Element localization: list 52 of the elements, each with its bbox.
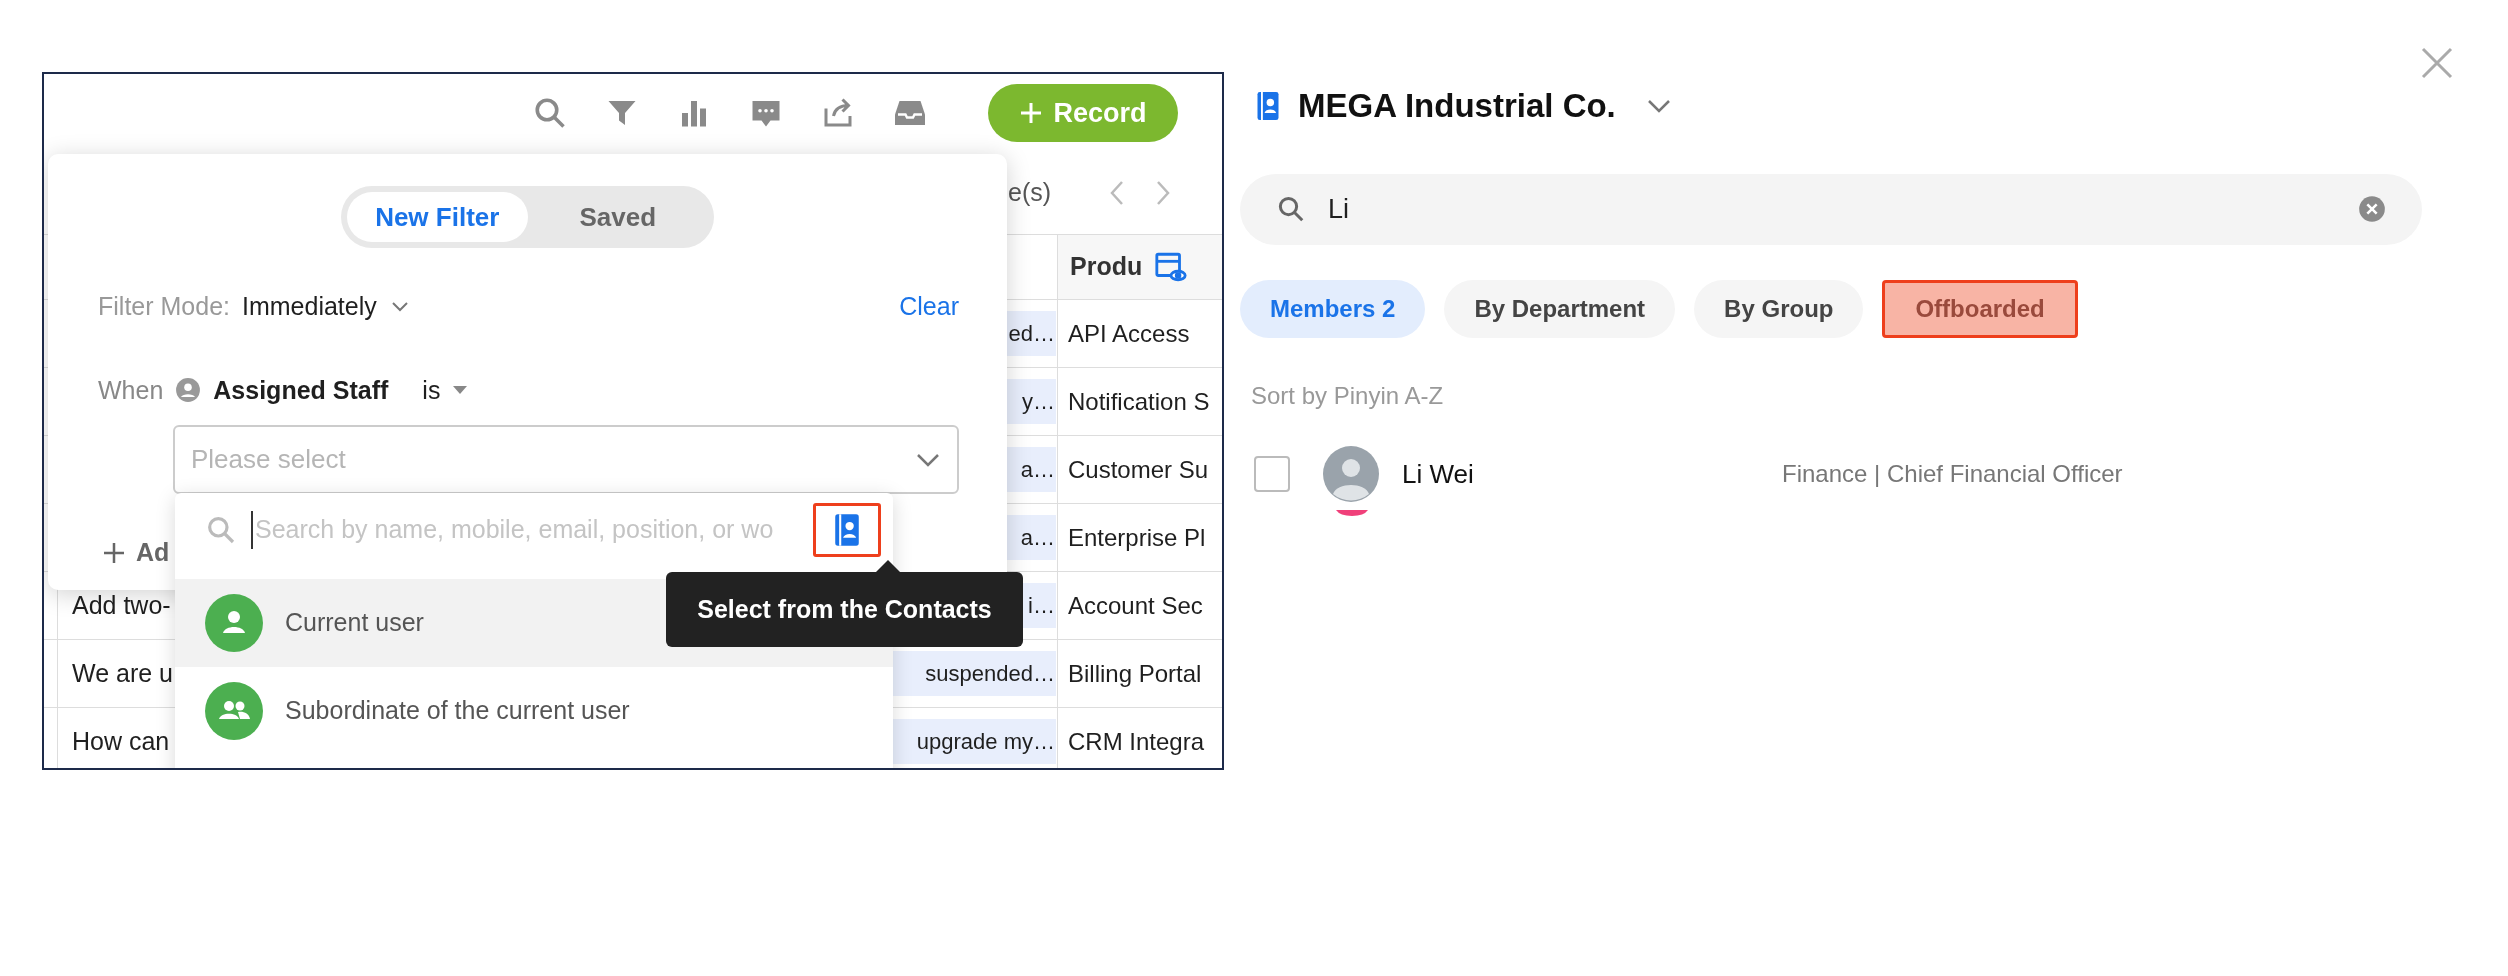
member-name: Li Wei	[1402, 457, 1475, 491]
partial-avatar	[1335, 510, 1369, 518]
category-tab[interactable]: By Department	[1444, 280, 1676, 338]
sort-label: Sort by Pinyin A-Z	[1251, 381, 1445, 411]
member-detail: Finance | Chief Financial Officer	[1782, 459, 2123, 489]
chevron-down-icon	[390, 300, 409, 313]
segment-tab[interactable]: New Filter	[347, 192, 528, 242]
contacts-button[interactable]	[813, 503, 881, 557]
view-settings-icon[interactable]	[1154, 250, 1189, 284]
chevron-down-icon	[915, 452, 941, 468]
checkbox[interactable]	[1254, 456, 1290, 492]
table-cell-text: Customer Su	[1068, 454, 1209, 485]
dropdown-option[interactable]: Subordinate of the current user	[175, 667, 893, 755]
category-tab[interactable]: Offboarded	[1882, 280, 2078, 338]
field-name: Assigned Staff	[213, 374, 389, 406]
filter-mode-label: Filter Mode:	[98, 291, 230, 322]
avatar	[1323, 446, 1379, 502]
plus-icon	[102, 540, 126, 565]
caret-down-icon	[452, 385, 469, 396]
person-icon	[205, 594, 263, 652]
table-cell-text: Billing Portal	[1068, 658, 1202, 689]
organization-title: MEGA Industrial Co.	[1298, 86, 1616, 127]
table-cell-text: API Access	[1068, 318, 1190, 349]
pager-text: e(s)	[1008, 177, 1052, 209]
table-cell-text: Notification S	[1068, 386, 1210, 417]
add-condition-button[interactable]: Ad	[102, 534, 170, 572]
plus-icon	[1019, 101, 1044, 125]
clear-icon[interactable]	[2358, 195, 2386, 223]
table-cell-text: Add two-	[72, 589, 171, 621]
tooltip-pointer-icon	[876, 560, 900, 572]
table-cell-text: Account Sec	[1068, 590, 1203, 621]
select-field[interactable]: Please select	[173, 425, 959, 494]
people-icon	[205, 682, 263, 740]
staff-search-field[interactable]: Search by name, mobile, email, position, or wo	[205, 511, 805, 549]
table-cell-text: How can	[72, 725, 170, 757]
operator-dropdown[interactable]: is	[422, 371, 469, 409]
column-header[interactable]: Produ	[1058, 235, 1222, 299]
search-icon	[1276, 194, 1306, 224]
clear-link[interactable]: Clear	[899, 288, 959, 326]
segment-tab[interactable]: Saved	[527, 192, 708, 242]
filter-mode-dropdown[interactable]: Immediately	[242, 288, 409, 326]
table-cell-text: Enterprise Pl	[1068, 522, 1206, 553]
when-label: When	[98, 374, 164, 406]
contacts-search-field[interactable]: Li	[1240, 174, 2422, 245]
category-tab[interactable]: By Group	[1694, 280, 1864, 338]
person-icon	[175, 377, 202, 404]
chevron-down-icon[interactable]	[1645, 98, 1672, 114]
table-cell-text: We are u	[72, 657, 173, 689]
table-cell-text: CRM Integra	[1068, 726, 1205, 757]
search-icon	[205, 514, 237, 546]
category-tab[interactable]: Members 2	[1240, 280, 1426, 338]
close-icon[interactable]	[2420, 46, 2454, 80]
